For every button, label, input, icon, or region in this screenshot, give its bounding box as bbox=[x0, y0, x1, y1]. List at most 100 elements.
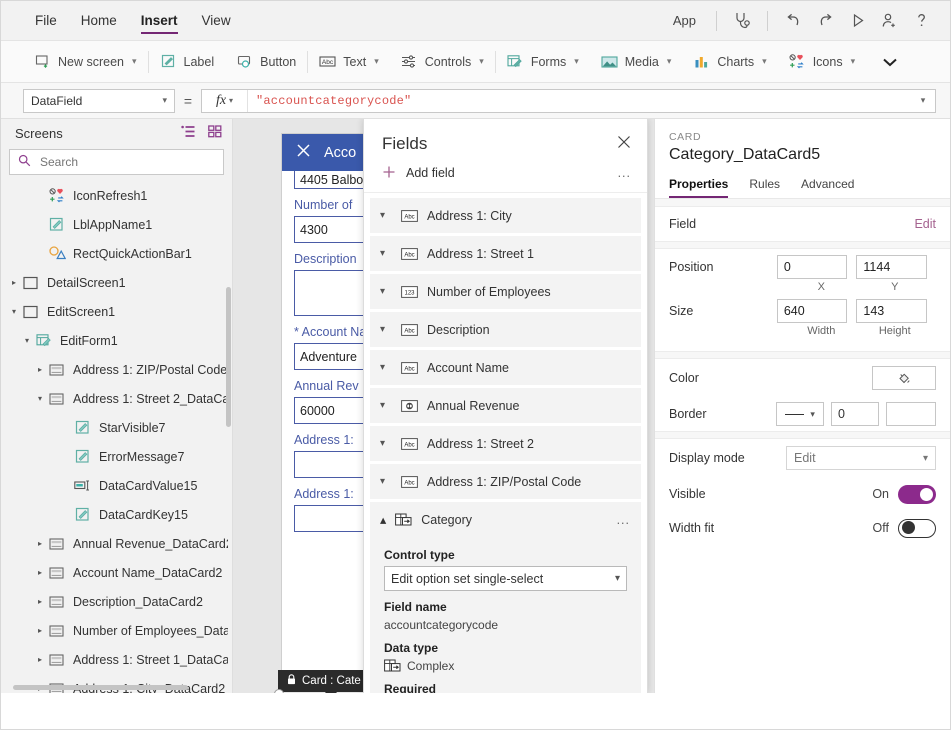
chevron-up-icon[interactable]: ▴ bbox=[380, 512, 386, 527]
size-height-input[interactable]: 143 bbox=[856, 299, 927, 323]
tree-node[interactable]: ▸Address 1: ZIP/Postal Code_ bbox=[1, 355, 232, 384]
tab-properties[interactable]: Properties bbox=[669, 173, 739, 198]
add-field-button[interactable]: Add field ... bbox=[364, 158, 647, 193]
tree-node[interactable]: ▸Annual Revenue_DataCard2 bbox=[1, 529, 232, 558]
thumbnail-view-icon[interactable] bbox=[208, 125, 222, 141]
ribbon-charts-menu[interactable]: Charts ▾ bbox=[682, 41, 777, 83]
tree-node[interactable]: DataCardValue15 bbox=[1, 471, 232, 500]
stethoscope-icon[interactable] bbox=[727, 6, 757, 36]
tree-view-icon[interactable] bbox=[181, 125, 196, 141]
property-selector[interactable]: DataField ▾ bbox=[23, 89, 175, 113]
tree-node[interactable]: ▸Address 1: City_DataCard2 bbox=[1, 674, 232, 693]
chevron-down-icon[interactable]: ▾ bbox=[380, 438, 392, 449]
ribbon-text-menu[interactable]: Abc Text ▾ bbox=[308, 41, 389, 83]
tab-advanced[interactable]: Advanced bbox=[801, 173, 865, 198]
tree-node[interactable]: ▸Description_DataCard2 bbox=[1, 587, 232, 616]
ribbon-button-button[interactable]: Button bbox=[225, 41, 307, 83]
chevron-down-icon[interactable]: ▾ bbox=[380, 400, 392, 411]
tree-search-box[interactable] bbox=[9, 149, 224, 175]
field-expanded-header[interactable]: ▴Category... bbox=[370, 502, 641, 537]
tree-node[interactable]: RectQuickActionBar1 bbox=[1, 239, 232, 268]
formula-input[interactable]: "accountcategorycode" bbox=[248, 94, 911, 108]
ribbon-more-button[interactable] bbox=[866, 41, 914, 83]
position-y-input[interactable]: 1144 bbox=[856, 255, 927, 279]
chevron-down-icon[interactable]: ▾ bbox=[33, 394, 47, 403]
chevron-down-icon[interactable]: ▾ bbox=[380, 248, 392, 259]
chevron-down-icon[interactable]: ▾ bbox=[380, 210, 392, 221]
chevron-down-icon[interactable]: ▾ bbox=[380, 324, 392, 335]
border-style-select[interactable]: ▾ bbox=[776, 402, 824, 426]
width-fit-toggle[interactable] bbox=[898, 519, 936, 538]
tree-node[interactable]: DataCardKey15 bbox=[1, 500, 232, 529]
size-width-input[interactable]: 640 bbox=[777, 299, 848, 323]
tree-vertical-scrollbar[interactable] bbox=[226, 287, 231, 427]
tree-node[interactable]: ErrorMessage7 bbox=[1, 442, 232, 471]
redo-icon[interactable] bbox=[810, 6, 840, 36]
field-list-item[interactable]: ▾Annual Revenue bbox=[370, 388, 641, 423]
border-width-input[interactable]: 0 bbox=[831, 402, 879, 426]
tree-node[interactable]: ▾EditForm1 bbox=[1, 326, 232, 355]
resize-handle-top-left[interactable] bbox=[274, 689, 284, 693]
tab-rules[interactable]: Rules bbox=[749, 173, 791, 198]
menu-item-file[interactable]: File bbox=[23, 1, 69, 41]
tree-node[interactable]: ▸Account Name_DataCard2 bbox=[1, 558, 232, 587]
chevron-right-icon[interactable]: ▸ bbox=[7, 278, 21, 287]
field-list-item-label: Address 1: City bbox=[427, 209, 512, 223]
tree-node[interactable]: IconRefresh1 bbox=[1, 181, 232, 210]
tree-node[interactable]: ▸Number of Employees_Data bbox=[1, 616, 232, 645]
ribbon-media-menu[interactable]: Media ▾ bbox=[590, 41, 683, 83]
field-list-item[interactable]: ▾AbcAccount Name bbox=[370, 350, 641, 385]
field-list-item[interactable]: ▾AbcAddress 1: Street 1 bbox=[370, 236, 641, 271]
visible-toggle[interactable] bbox=[898, 485, 936, 504]
tree-node[interactable]: ▸DetailScreen1 bbox=[1, 268, 232, 297]
tree-node[interactable]: ▾EditScreen1 bbox=[1, 297, 232, 326]
fx-button[interactable]: fx ▾ bbox=[202, 90, 248, 112]
field-list-item[interactable]: ▾AbcDescription bbox=[370, 312, 641, 347]
field-list-item[interactable]: ▾AbcAddress 1: Street 2 bbox=[370, 426, 641, 461]
menu-item-view[interactable]: View bbox=[190, 1, 243, 41]
ribbon-label-button[interactable]: Label bbox=[149, 41, 226, 83]
menu-item-home[interactable]: Home bbox=[69, 1, 129, 41]
fields-overflow-icon[interactable]: ... bbox=[618, 166, 631, 180]
ribbon-forms-menu[interactable]: Forms ▾ bbox=[496, 41, 590, 83]
border-color-swatch[interactable] bbox=[886, 402, 936, 426]
chevron-right-icon[interactable]: ▸ bbox=[33, 568, 47, 577]
field-edit-link[interactable]: Edit bbox=[914, 217, 936, 231]
menu-item-insert[interactable]: Insert bbox=[129, 1, 190, 41]
chevron-down-icon[interactable]: ▾ bbox=[20, 336, 34, 345]
position-x-input[interactable]: 0 bbox=[777, 255, 848, 279]
field-list-item[interactable]: ▾AbcAddress 1: City bbox=[370, 198, 641, 233]
close-x-icon[interactable] bbox=[296, 143, 311, 162]
chevron-down-icon[interactable]: ▾ bbox=[380, 286, 392, 297]
play-icon[interactable] bbox=[842, 6, 872, 36]
chevron-right-icon[interactable]: ▸ bbox=[33, 655, 47, 664]
chevron-right-icon[interactable]: ▸ bbox=[33, 626, 47, 635]
formula-expand-icon[interactable]: ▾ bbox=[911, 95, 935, 106]
ribbon-icons-menu[interactable]: Icons ▾ bbox=[778, 41, 866, 83]
field-list-item[interactable]: ▾123Number of Employees bbox=[370, 274, 641, 309]
chevron-right-icon[interactable]: ▸ bbox=[33, 365, 47, 374]
tree-node[interactable]: LblAppName1 bbox=[1, 210, 232, 239]
color-fill-icon[interactable] bbox=[872, 366, 936, 390]
chevron-right-icon[interactable]: ▸ bbox=[33, 597, 47, 606]
tree-horizontal-scrollbar[interactable] bbox=[13, 685, 188, 690]
tree-node[interactable]: ▸Address 1: Street 1_DataCar bbox=[1, 645, 232, 674]
display-mode-select[interactable]: Edit ▾ bbox=[786, 446, 936, 470]
chevron-right-icon[interactable]: ▸ bbox=[33, 539, 47, 548]
field-overflow-icon[interactable]: ... bbox=[617, 513, 630, 527]
ribbon-new-screen-button[interactable]: New screen ▾ bbox=[23, 41, 148, 83]
tree-node[interactable]: StarVisible7 bbox=[1, 413, 232, 442]
field-list-item[interactable]: ▾AbcAddress 1: ZIP/Postal Code bbox=[370, 464, 641, 499]
close-icon[interactable] bbox=[617, 135, 631, 153]
ribbon-controls-menu[interactable]: Controls ▾ bbox=[390, 41, 495, 83]
chevron-down-icon[interactable]: ▾ bbox=[7, 307, 21, 316]
control-type-select[interactable]: Edit option set single-select▾ bbox=[384, 566, 627, 591]
chevron-down-icon[interactable]: ▾ bbox=[380, 362, 392, 373]
chevron-down-icon[interactable]: ▾ bbox=[380, 476, 392, 487]
help-icon[interactable] bbox=[906, 6, 936, 36]
app-label[interactable]: App bbox=[663, 13, 706, 28]
undo-icon[interactable] bbox=[778, 6, 808, 36]
share-user-icon[interactable] bbox=[874, 6, 904, 36]
search-input[interactable] bbox=[38, 154, 215, 170]
tree-node[interactable]: ▾Address 1: Street 2_DataCar bbox=[1, 384, 232, 413]
